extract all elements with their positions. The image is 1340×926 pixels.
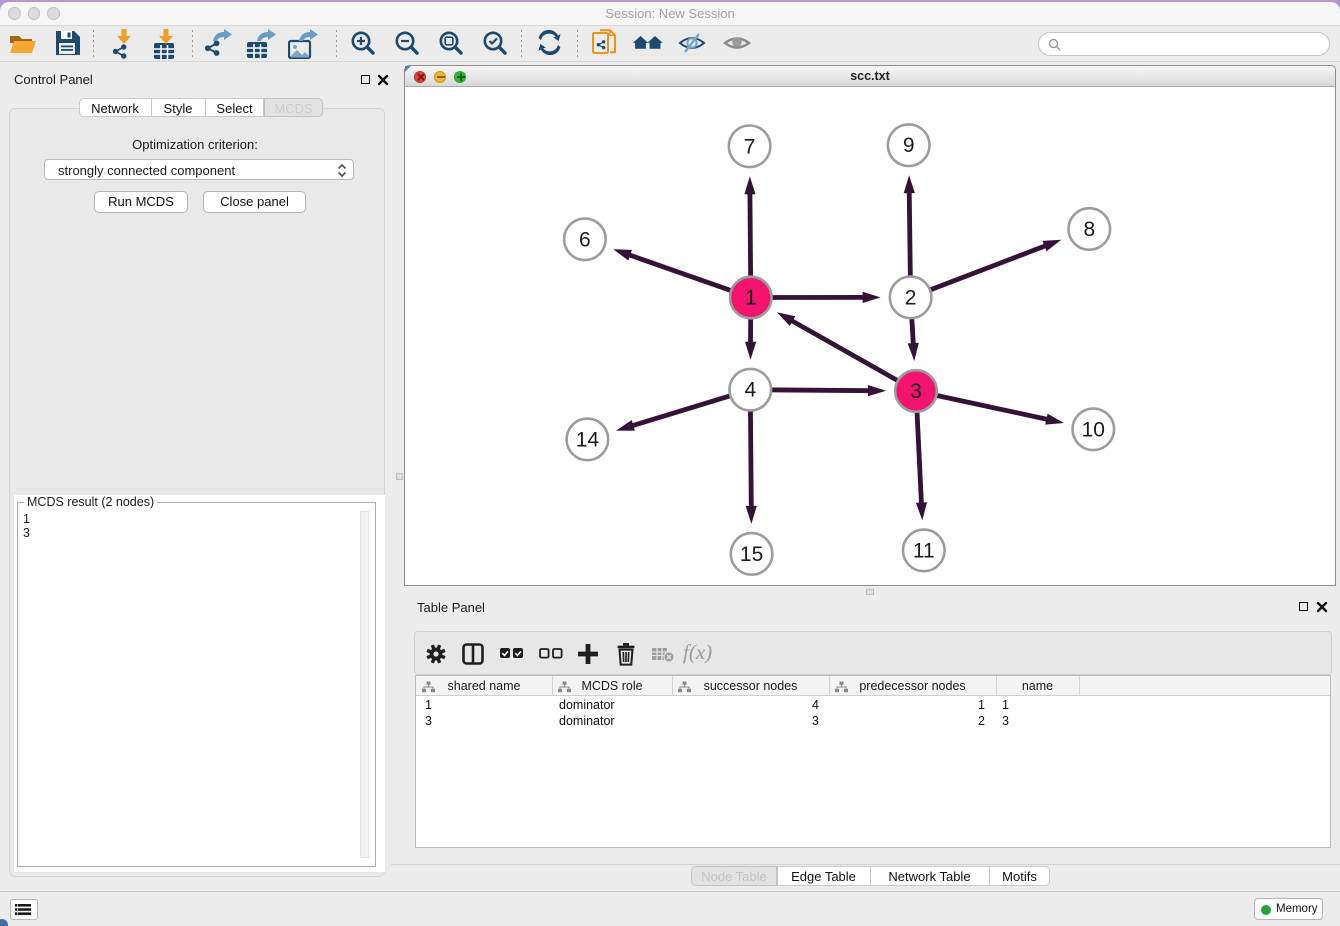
svg-text:2: 2: [905, 286, 917, 309]
svg-text:3: 3: [910, 380, 922, 403]
svg-text:6: 6: [579, 228, 591, 251]
svg-text:9: 9: [903, 134, 915, 157]
svg-text:7: 7: [744, 135, 756, 158]
svg-text:15: 15: [740, 543, 763, 566]
svg-text:8: 8: [1083, 218, 1095, 241]
svg-text:14: 14: [576, 428, 600, 451]
svg-text:10: 10: [1082, 418, 1105, 441]
svg-text:4: 4: [744, 379, 756, 402]
svg-text:1: 1: [745, 287, 757, 310]
svg-text:11: 11: [913, 539, 935, 562]
